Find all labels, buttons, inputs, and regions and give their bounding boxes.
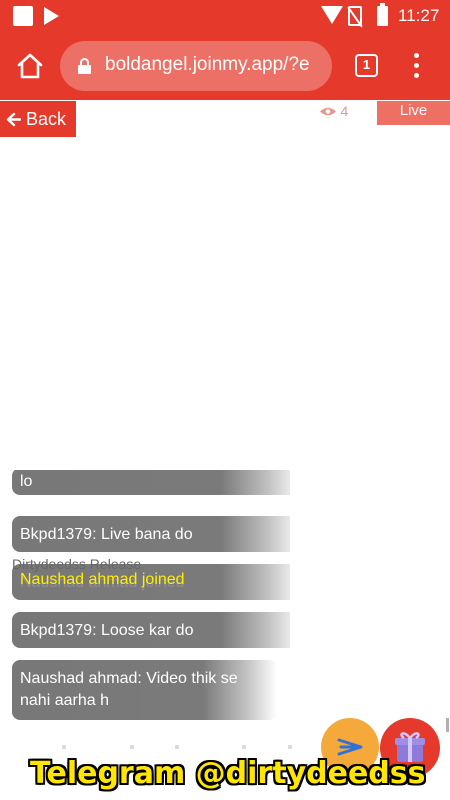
bottom-controls bbox=[20, 737, 320, 757]
eye-icon bbox=[319, 107, 336, 116]
more-vert-icon[interactable] bbox=[411, 53, 421, 79]
play-store-icon bbox=[44, 7, 59, 25]
back-button[interactable]: Back bbox=[0, 101, 76, 137]
chat-message-text: lo bbox=[20, 473, 33, 490]
chat-message: Bkpd1379: Live bana do bbox=[12, 516, 290, 552]
status-bar: 11:27 bbox=[0, 0, 450, 33]
no-sim-icon bbox=[348, 6, 362, 26]
arrow-left-icon bbox=[6, 112, 22, 127]
watermark-text: Telegram @dirtydeedss bbox=[30, 756, 426, 791]
overlay-caption: Dirtydeedss Release bbox=[12, 556, 142, 572]
chat-message-text: Bkpd1379: Loose kar do bbox=[20, 622, 194, 639]
chat-message-text: Bkpd1379: Live bana do bbox=[20, 526, 193, 543]
lock-icon bbox=[78, 58, 91, 74]
live-badge: Live bbox=[377, 101, 450, 125]
chat-list[interactable]: lo Bkpd1379: Live bana do Naushad ahmad … bbox=[0, 470, 290, 730]
viewer-counter: 4 bbox=[290, 101, 377, 125]
join-notice: Naushad ahmad joined bbox=[20, 571, 185, 588]
chat-message: lo bbox=[12, 470, 290, 495]
browser-toolbar: boldangel.joinmy.app/?e 1 bbox=[0, 33, 450, 100]
url-text: boldangel.joinmy.app/?e bbox=[105, 54, 310, 75]
chat-message: Bkpd1379: Loose kar do bbox=[12, 612, 290, 648]
scrollbar-thumb[interactable] bbox=[446, 718, 449, 732]
address-bar[interactable]: boldangel.joinmy.app/?e bbox=[60, 41, 332, 91]
back-label: Back bbox=[26, 109, 67, 129]
home-icon[interactable] bbox=[15, 51, 45, 81]
wifi-icon bbox=[321, 6, 343, 24]
chat-message: Naushad ahmad: Video thik se nahi aarha … bbox=[12, 660, 277, 720]
viewer-count: 4 bbox=[340, 103, 349, 119]
notification-square-icon bbox=[13, 6, 33, 26]
status-time: 11:27 bbox=[398, 6, 440, 25]
chat-message-text: Naushad ahmad: Video thik se nahi aarha … bbox=[20, 670, 238, 709]
tabs-button[interactable]: 1 bbox=[355, 54, 378, 77]
battery-icon bbox=[377, 3, 388, 26]
